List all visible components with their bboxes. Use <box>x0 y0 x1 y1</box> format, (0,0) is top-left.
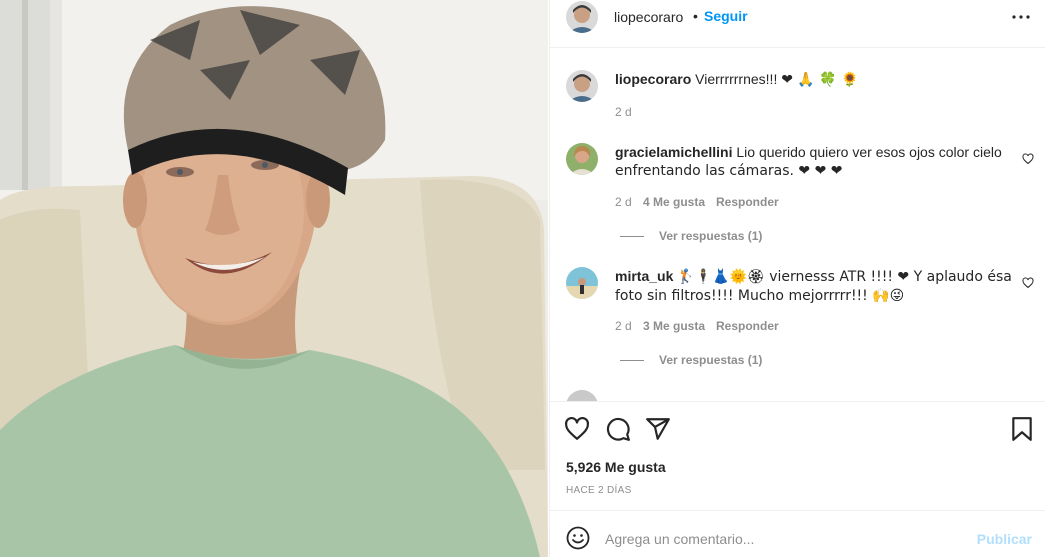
add-comment-bar: Publicar <box>550 510 1045 557</box>
caption-avatar[interactable] <box>566 70 598 102</box>
caption-emoji: ❤ 🙏 🍀 🌻 <box>781 72 859 88</box>
like-heart-icon[interactable] <box>564 416 590 442</box>
like-comment-heart-icon[interactable] <box>1022 277 1034 289</box>
emoji-smile-icon[interactable] <box>566 526 590 550</box>
comment-input[interactable] <box>605 529 965 549</box>
comment-likes[interactable]: 3 Me gusta <box>643 319 705 333</box>
caption-username[interactable]: liopecoraro <box>615 71 691 87</box>
comment-likes[interactable]: 4 Me gusta <box>643 195 705 209</box>
comment-username[interactable]: gracielamichellini <box>615 144 733 160</box>
post-header: liopecoraro • Seguir <box>550 0 1045 48</box>
comment-text-line1: 🏌🕴👗🌞🏵 viernesss ATR !!!! ❤ Y aplaudo ésa <box>677 269 1012 285</box>
view-replies-button[interactable]: Ver respuestas (1) <box>659 229 762 243</box>
comment-text-line1: Lio querido quiero ver esos ojos color c… <box>736 144 1002 160</box>
post-photo-image <box>0 0 548 557</box>
comment-avatar[interactable] <box>566 390 598 401</box>
author-username[interactable]: liopecoraro <box>614 9 683 25</box>
post-timestamp[interactable]: HACE 2 DÍAS <box>566 485 632 496</box>
view-replies-button[interactable]: Ver respuestas (1) <box>659 353 762 367</box>
publish-button[interactable]: Publicar <box>977 531 1032 547</box>
comment-avatar[interactable] <box>566 267 598 299</box>
author-avatar[interactable] <box>566 1 598 33</box>
comment-username[interactable]: mirta_uk <box>615 268 673 284</box>
like-comment-heart-icon[interactable] <box>1022 153 1034 165</box>
likes-count[interactable]: 5,926 Me gusta <box>566 459 666 475</box>
caption-time[interactable]: 2 d <box>615 105 632 119</box>
comment-avatar[interactable] <box>566 143 598 175</box>
comment-bubble-icon[interactable] <box>605 416 631 442</box>
reply-button[interactable]: Responder <box>716 195 779 209</box>
separator-dot: • <box>693 8 698 24</box>
more-horizontal-icon[interactable] <box>1010 12 1032 22</box>
comments-list[interactable]: liopecoraro Vierrrrrrnes!!! ❤ 🙏 🍀 🌻 2 d … <box>550 49 1045 401</box>
comment-time[interactable]: 2 d <box>615 319 632 333</box>
reply-button[interactable]: Responder <box>716 319 779 333</box>
replies-divider <box>620 236 644 237</box>
comment-text-line2: foto sin filtros!!!! Mucho mejorrrrr!!! … <box>615 288 905 304</box>
bookmark-icon[interactable] <box>1009 416 1035 442</box>
share-send-icon[interactable] <box>645 416 671 442</box>
caption-text: Vierrrrrrnes!!! <box>695 71 778 87</box>
replies-divider <box>620 360 644 361</box>
follow-button[interactable]: Seguir <box>704 8 748 24</box>
comment-time[interactable]: 2 d <box>615 195 632 209</box>
post-photo[interactable] <box>0 0 548 557</box>
post-side-panel: liopecoraro • Seguir liopecoraro Vierrrr… <box>549 0 1045 557</box>
post-actions: 5,926 Me gusta HACE 2 DÍAS <box>550 401 1045 509</box>
comment-text-line2: enfrentando las cámaras. ❤ ❤ ❤ <box>615 163 843 179</box>
